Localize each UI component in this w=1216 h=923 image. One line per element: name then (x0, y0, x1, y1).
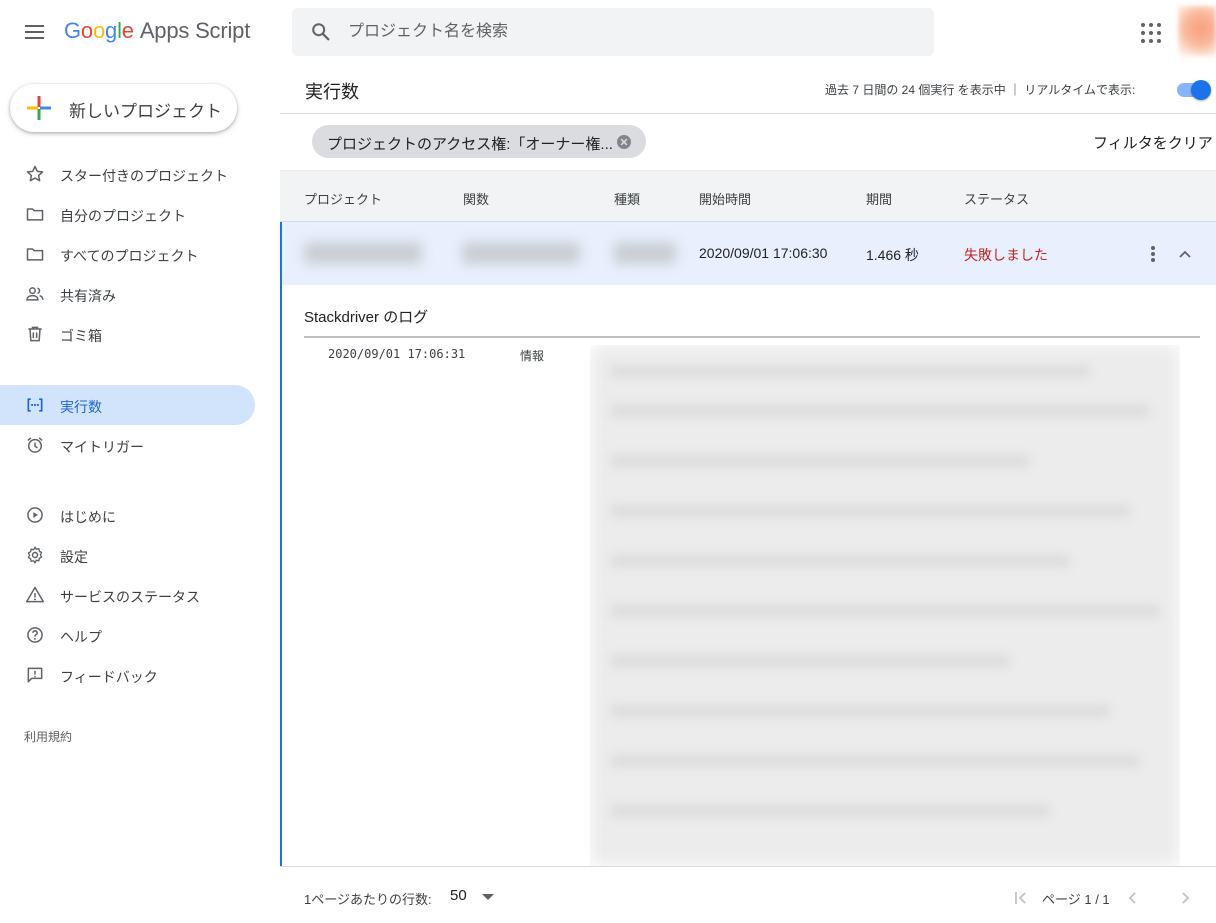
column-header-project[interactable]: プロジェクト (304, 189, 382, 208)
sidebar-item-label: サービスのステータス (60, 589, 200, 605)
search-icon[interactable] (310, 21, 332, 43)
filter-chip[interactable]: プロジェクトのアクセス権:「オーナー権... (312, 125, 646, 158)
new-project-label: 新しいプロジェクト (69, 102, 222, 121)
sidebar-item-label: 実行数 (60, 399, 102, 415)
sidebar-item-trash[interactable]: ゴミ箱 (0, 314, 255, 354)
sidebar-item-label: はじめに (60, 509, 116, 525)
help-icon (27, 627, 43, 643)
sidebar-item-label: 設定 (60, 549, 88, 565)
column-header-start-time[interactable]: 開始時間 (699, 189, 751, 208)
folder-icon (26, 208, 44, 221)
page-indicator: ページ 1 / 1 (1042, 892, 1110, 907)
people-icon (26, 287, 44, 301)
log-divider (304, 336, 1200, 338)
rows-per-page-value: 50 (450, 887, 467, 904)
search-box[interactable] (292, 8, 934, 56)
redacted-type (614, 242, 676, 264)
sidebar-item-label: すべてのプロジェクト (60, 248, 199, 264)
log-timestamp: 2020/09/01 17:06:31 (328, 347, 466, 361)
search-input[interactable] (348, 20, 908, 44)
app-logo[interactable]: Google Apps Script (64, 18, 250, 44)
sidebar-item-settings[interactable]: 設定 (0, 535, 255, 575)
more-vert-icon[interactable] (1144, 242, 1162, 266)
log-level: 情報 (520, 349, 545, 363)
sidebar-item-label: ゴミ箱 (60, 328, 102, 344)
google-wordmark: Google (64, 18, 134, 43)
warning-icon (25, 586, 45, 603)
sidebar-item-feedback[interactable]: フィードバック (0, 655, 255, 695)
avatar[interactable] (1178, 6, 1216, 56)
log-title: Stackdriver のログ (304, 309, 429, 326)
filter-chip-label: プロジェクトのアクセス権:「オーナー権... (327, 136, 613, 153)
sidebar-item-starred[interactable]: スター付きのプロジェクト (0, 154, 255, 194)
column-header-status[interactable]: ステータス (964, 189, 1029, 208)
page-title: 実行数 (305, 82, 359, 102)
execution-detail: Stackdriver のログ 2020/09/01 17:06:31 情報 (280, 285, 1216, 866)
sidebar-item-label: 自分のプロジェクト (60, 208, 186, 224)
folder-icon (26, 248, 44, 261)
close-icon[interactable] (616, 134, 632, 150)
product-name: Apps Script (139, 18, 251, 43)
rows-per-page-select[interactable]: 50 (450, 885, 500, 907)
sidebar-item-triggers[interactable]: マイトリガー (0, 425, 255, 465)
clear-filter-button[interactable]: フィルタをクリア (1093, 132, 1213, 153)
sidebar-item-getting-started[interactable]: はじめに (0, 495, 255, 535)
table-header: プロジェクト 関数 種類 開始時間 期間 ステータス (280, 170, 1216, 222)
toggle-knob (1191, 80, 1211, 100)
chevron-up-icon[interactable] (1174, 244, 1196, 264)
play-circle-icon (27, 507, 43, 523)
star-icon (26, 165, 44, 182)
apps-grid-icon[interactable] (1138, 20, 1164, 46)
alarm-icon (27, 437, 43, 453)
table-footer: 1ページあたりの行数: 50 ページ 1 / 1 (280, 866, 1216, 923)
table-row[interactable]: 2020/09/01 17:06:30 1.466 秒 失敗しました (280, 222, 1216, 285)
column-header-function[interactable]: 関数 (463, 189, 489, 208)
plus-icon (27, 96, 51, 120)
divider (280, 113, 1216, 114)
executions-icon (27, 398, 43, 412)
duration-cell: 1.466 秒 (866, 247, 919, 263)
sidebar-item-help[interactable]: ヘルプ (0, 615, 255, 655)
main-content: 実行数 過去 7 日間の 24 個実行 を表示中 ｜ リアルタイムで表示: プロ… (280, 64, 1216, 923)
redacted-log-message (590, 345, 1180, 866)
sidebar: 新しいプロジェクト スター付きのプロジェクト 自分のプロジェクト すべてのプロジ… (0, 64, 280, 923)
chevron-right-icon[interactable] (1174, 887, 1196, 909)
sidebar-item-label: スター付きのプロジェクト (60, 168, 228, 184)
gear-icon (27, 546, 43, 564)
executions-summary: 過去 7 日間の 24 個実行 を表示中 ｜ リアルタイムで表示: (825, 83, 1136, 97)
main-menu-button[interactable] (22, 20, 48, 44)
sidebar-item-label: 共有済み (60, 288, 116, 304)
terms-link[interactable]: 利用規約 (24, 728, 72, 745)
sidebar-item-label: フィードバック (60, 669, 158, 685)
new-project-button[interactable]: 新しいプロジェクト (10, 84, 237, 132)
sidebar-item-all-projects[interactable]: すべてのプロジェクト (0, 234, 255, 274)
feedback-icon (27, 667, 43, 683)
redacted-project (304, 242, 422, 264)
trash-icon (28, 326, 42, 342)
column-header-type[interactable]: 種類 (614, 189, 640, 208)
sidebar-item-service-status[interactable]: サービスのステータス (0, 575, 255, 615)
redacted-function (462, 242, 580, 264)
sidebar-item-label: ヘルプ (60, 629, 102, 645)
sidebar-item-executions[interactable]: 実行数 (0, 385, 255, 425)
status-cell: 失敗しました (964, 247, 1048, 263)
first-page-icon[interactable] (1010, 887, 1032, 909)
chevron-left-icon[interactable] (1122, 887, 1144, 909)
top-bar: Google Apps Script (0, 0, 1216, 64)
column-header-duration[interactable]: 期間 (866, 189, 892, 208)
sidebar-item-label: マイトリガー (60, 439, 144, 455)
start-time-cell: 2020/09/01 17:06:30 (699, 245, 828, 261)
sidebar-item-my-projects[interactable]: 自分のプロジェクト (0, 194, 255, 234)
rows-per-page-label: 1ページあたりの行数: (304, 892, 432, 907)
sidebar-item-shared[interactable]: 共有済み (0, 274, 255, 314)
realtime-toggle[interactable] (1175, 79, 1211, 100)
dropdown-arrow-icon (482, 894, 494, 900)
